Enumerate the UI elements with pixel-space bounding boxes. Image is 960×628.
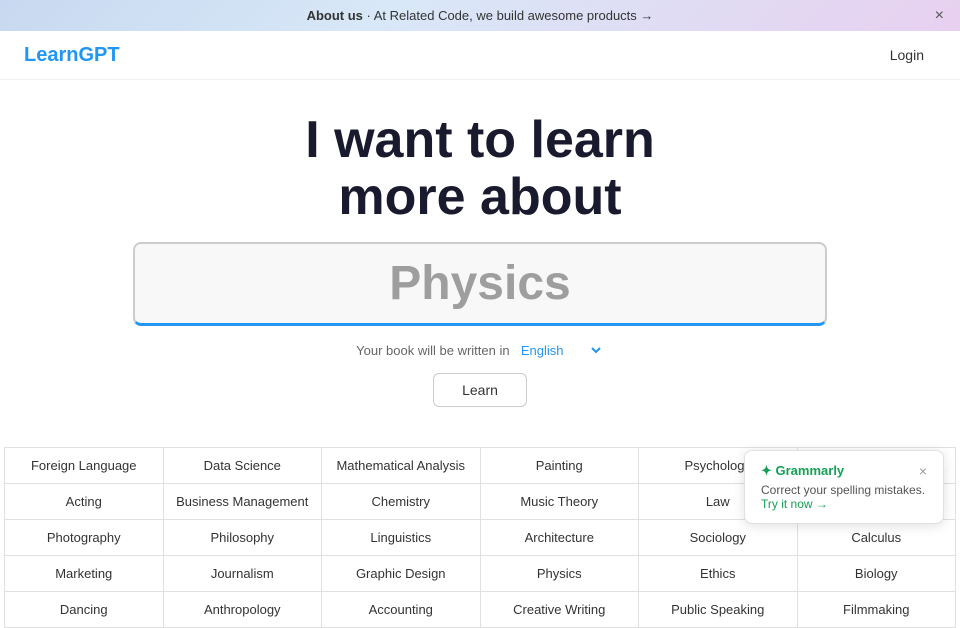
category-item[interactable]: Business Management (164, 484, 323, 520)
category-item[interactable]: Data Science (164, 448, 323, 484)
grammar-message: Correct your spelling mistakes. (761, 483, 925, 497)
category-item[interactable]: Filmmaking (798, 592, 957, 628)
category-item[interactable]: Philosophy (164, 520, 323, 556)
category-item[interactable]: Linguistics (322, 520, 481, 556)
category-item[interactable]: Chemistry (322, 484, 481, 520)
subject-input-wrapper (133, 242, 827, 326)
category-item[interactable]: Biology (798, 556, 957, 592)
category-item[interactable]: Photography (5, 520, 164, 556)
grammar-header: ✦ Grammarly × (761, 463, 927, 479)
category-item[interactable]: Anthropology (164, 592, 323, 628)
hero-section: I want to learn more about Your book wil… (0, 80, 960, 447)
category-item[interactable]: Music Theory (481, 484, 640, 520)
category-item[interactable]: Foreign Language (5, 448, 164, 484)
language-select[interactable]: English Spanish French German Portuguese (517, 342, 604, 359)
logo-gpt: GPT (78, 44, 119, 66)
language-line: Your book will be written in English Spa… (20, 342, 940, 359)
category-item[interactable]: Painting (481, 448, 640, 484)
banner-about[interactable]: About us (307, 8, 363, 23)
category-item[interactable]: Dancing (5, 592, 164, 628)
category-item[interactable]: Calculus (798, 520, 957, 556)
grammar-toast: ✦ Grammarly × Correct your spelling mist… (744, 450, 944, 524)
category-item[interactable]: Ethics (639, 556, 798, 592)
category-item[interactable]: Graphic Design (322, 556, 481, 592)
subject-input[interactable] (159, 256, 801, 311)
category-item[interactable]: Marketing (5, 556, 164, 592)
grammar-link[interactable]: Try it now → (761, 497, 828, 511)
top-banner: About us · At Related Code, we build awe… (0, 0, 960, 31)
category-item[interactable]: Physics (481, 556, 640, 592)
category-item[interactable]: Architecture (481, 520, 640, 556)
banner-text: About us · At Related Code, we build awe… (307, 8, 654, 23)
grammar-logo: ✦ Grammarly (761, 463, 844, 479)
banner-close-button[interactable]: × (935, 7, 944, 25)
category-item[interactable]: Sociology (639, 520, 798, 556)
login-button[interactable]: Login (878, 41, 936, 69)
category-item[interactable]: Public Speaking (639, 592, 798, 628)
category-item[interactable]: Acting (5, 484, 164, 520)
grammar-close-button[interactable]: × (919, 463, 927, 479)
logo[interactable]: LearnGPT (24, 44, 120, 67)
category-item[interactable]: Mathematical Analysis (322, 448, 481, 484)
category-item[interactable]: Journalism (164, 556, 323, 592)
hero-title: I want to learn more about (20, 112, 940, 226)
learn-button[interactable]: Learn (433, 373, 527, 407)
banner-message: At Related Code, we build awesome produc… (374, 8, 654, 23)
logo-learn: Learn (24, 44, 78, 66)
navbar: LearnGPT Login (0, 31, 960, 80)
category-item[interactable]: Creative Writing (481, 592, 640, 628)
category-item[interactable]: Accounting (322, 592, 481, 628)
